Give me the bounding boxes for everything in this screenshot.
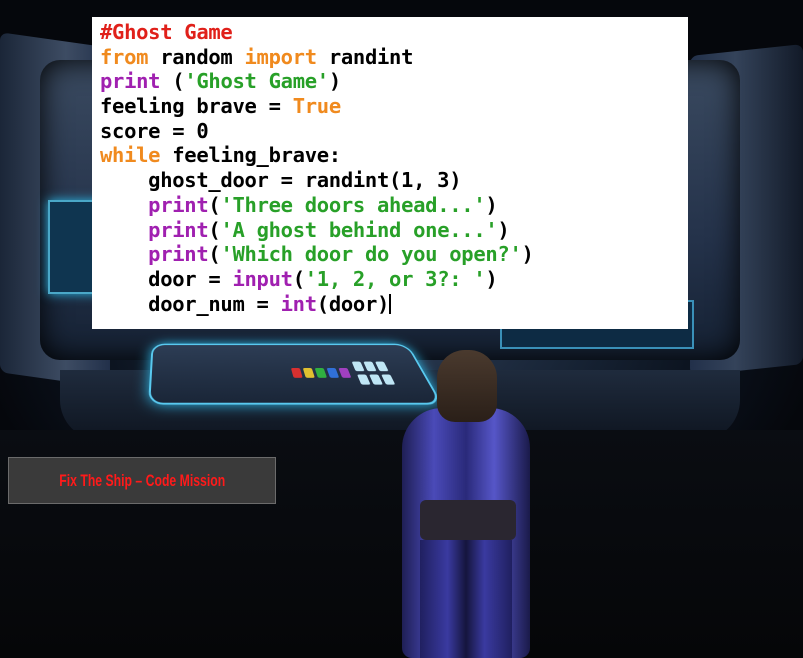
code-token: ( xyxy=(208,242,221,267)
code-token: 'A ghost behind one...' xyxy=(220,217,498,242)
code-token: feeling brave = xyxy=(100,94,293,119)
code-token: ( xyxy=(160,69,185,94)
keypad-key[interactable] xyxy=(326,367,340,378)
keypad-key[interactable] xyxy=(302,367,315,378)
code-token: from xyxy=(100,44,149,69)
code-token: int xyxy=(280,291,317,316)
code-line[interactable]: feeling brave = True xyxy=(100,94,688,119)
code-token: '1, 2, or 3?: ' xyxy=(304,266,486,291)
keypad-key[interactable] xyxy=(363,361,377,372)
player-character-belt xyxy=(420,500,516,540)
keypad-key[interactable] xyxy=(381,374,396,385)
code-token: score = 0 xyxy=(100,118,209,143)
code-token: print xyxy=(148,217,209,242)
code-token: door = xyxy=(100,266,233,291)
code-token: (door) xyxy=(316,291,390,316)
code-token: ( xyxy=(208,192,221,217)
player-character-legs xyxy=(420,540,512,658)
code-token: door_num = xyxy=(100,291,281,316)
code-token: feeling_brave: xyxy=(160,143,341,168)
keypad-key[interactable] xyxy=(351,361,365,372)
code-token: print xyxy=(148,192,209,217)
code-token: print xyxy=(148,242,209,267)
code-token: ghost_door = randint(1, 3) xyxy=(100,168,462,193)
code-token: ) xyxy=(497,217,510,242)
code-line[interactable]: print ('Ghost Game') xyxy=(100,69,688,94)
code-token: randint xyxy=(316,44,414,69)
code-line[interactable]: print('Which door do you open?') xyxy=(100,242,688,267)
code-token: ) xyxy=(521,242,534,267)
code-line[interactable]: door = input('1, 2, or 3?: ') xyxy=(100,267,688,292)
game-scene: #Ghost Game from random import randint pri… xyxy=(0,0,803,658)
text-cursor xyxy=(389,293,392,314)
code-token: random xyxy=(148,44,245,69)
code-token: ) xyxy=(328,69,341,94)
code-line[interactable]: print('Three doors ahead...') xyxy=(100,193,688,218)
player-character-head xyxy=(437,350,497,422)
code-token: True xyxy=(292,94,341,119)
code-token: #Ghost Game xyxy=(100,20,233,44)
keypad-key[interactable] xyxy=(357,374,371,385)
keypad-key[interactable] xyxy=(290,367,303,378)
code-line[interactable]: ghost_door = randint(1, 3) xyxy=(100,168,688,193)
control-keypad-panel[interactable] xyxy=(148,343,443,405)
code-token: print xyxy=(100,69,161,94)
code-line[interactable]: while feeling_brave: xyxy=(100,143,688,168)
code-token: import xyxy=(244,44,318,69)
code-token: ( xyxy=(292,266,305,291)
keypad-key[interactable] xyxy=(375,361,389,372)
code-token: ( xyxy=(208,217,221,242)
keypad-key[interactable] xyxy=(338,367,352,378)
code-line[interactable]: #Ghost Game xyxy=(100,20,688,45)
keypad-key[interactable] xyxy=(314,367,328,378)
code-token: while xyxy=(100,143,161,168)
code-line[interactable]: print('A ghost behind one...') xyxy=(100,218,688,243)
code-token: 'Three doors ahead...' xyxy=(220,192,486,217)
code-line[interactable]: door_num = int(door) xyxy=(100,292,688,317)
code-token: ) xyxy=(485,266,498,291)
keypad-key[interactable] xyxy=(369,374,383,385)
code-token: 'Ghost Game' xyxy=(184,69,329,94)
code-line[interactable]: from random import randint xyxy=(100,45,688,70)
code-token: 'Which door do you open?' xyxy=(220,242,522,267)
code-line[interactable]: score = 0 xyxy=(100,119,688,144)
code-token: ) xyxy=(485,192,498,217)
code-editor-panel[interactable]: #Ghost Game from random import randint pri… xyxy=(92,17,688,329)
mission-banner: Fix The Ship – Code Mission xyxy=(8,457,276,504)
mission-title: Fix The Ship – Code Mission xyxy=(59,470,225,490)
code-token: input xyxy=(232,266,293,291)
